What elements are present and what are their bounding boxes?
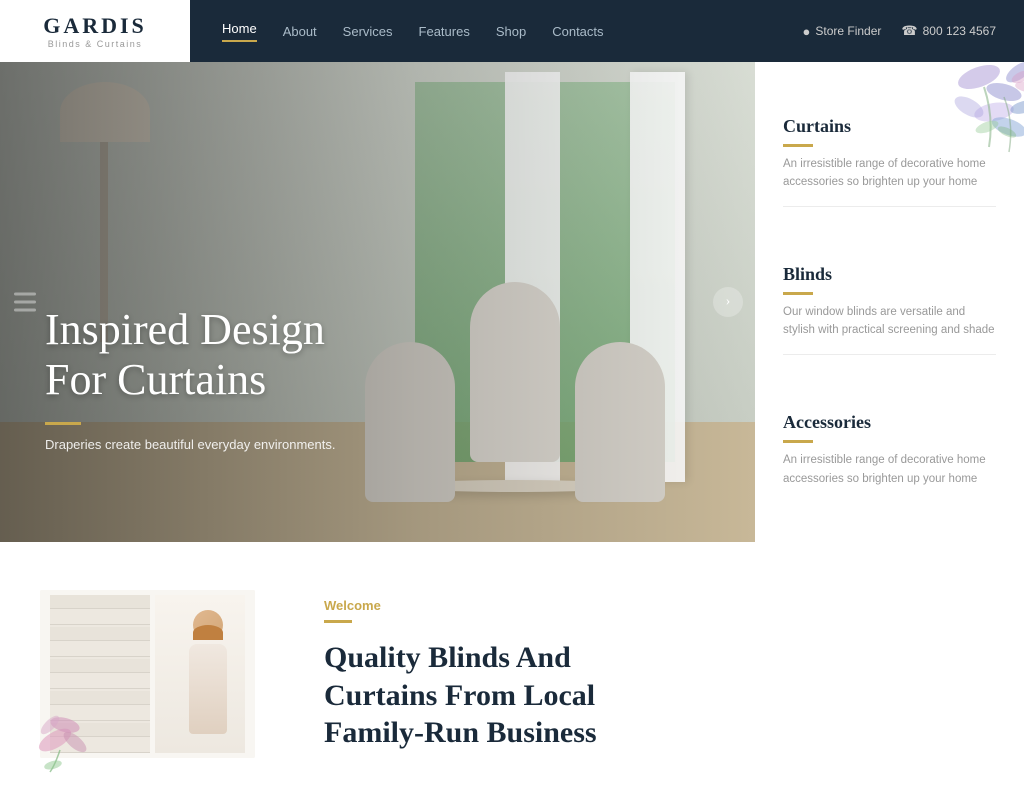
nav-contacts[interactable]: Contacts: [552, 24, 603, 39]
welcome-image-wrap: [40, 590, 280, 765]
curtains-title: Curtains: [783, 116, 996, 137]
nav-right: ● Store Finder ☎ 800 123 4567: [803, 23, 1024, 39]
phone-icon: ☎: [901, 23, 917, 39]
hero-heading: Inspired Design For Curtains: [45, 305, 335, 406]
nav-services[interactable]: Services: [343, 24, 393, 39]
hero-text-block: Inspired Design For Curtains Draperies c…: [45, 305, 335, 452]
logo-tagline: Blinds & Curtains: [48, 39, 143, 49]
accessories-divider: [783, 440, 813, 443]
sidebar-item-accessories[interactable]: Accessories An irresistible range of dec…: [783, 398, 996, 502]
curtains-divider: [783, 144, 813, 147]
welcome-section: Welcome Quality Blinds And Curtains From…: [0, 542, 1024, 795]
location-icon: ●: [803, 24, 811, 39]
store-finder[interactable]: ● Store Finder: [803, 24, 882, 39]
nav-shop[interactable]: Shop: [496, 24, 526, 39]
slider-arrow-right[interactable]: ›: [713, 287, 743, 317]
welcome-divider: [324, 620, 352, 623]
nav-links: Home About Services Features Shop Contac…: [190, 21, 803, 42]
hero-sidebar: Curtains An irresistible range of decora…: [755, 62, 1024, 542]
hero-image: Inspired Design For Curtains Draperies c…: [0, 62, 755, 542]
phone-number[interactable]: ☎ 800 123 4567: [901, 23, 996, 39]
nav-features[interactable]: Features: [419, 24, 470, 39]
blinds-description: Our window blinds are versatile and styl…: [783, 303, 996, 340]
curtains-description: An irresistible range of decorative home…: [783, 155, 996, 192]
sidebar-item-curtains[interactable]: Curtains An irresistible range of decora…: [783, 102, 996, 207]
hero-section: Inspired Design For Curtains Draperies c…: [0, 62, 1024, 542]
hero-overlay: [0, 62, 755, 542]
blinds-divider: [783, 292, 813, 295]
accessories-title: Accessories: [783, 412, 996, 433]
shutter-image: [40, 590, 255, 758]
blinds-title: Blinds: [783, 264, 996, 285]
navbar: GARDIS Blinds & Curtains Home About Serv…: [0, 0, 1024, 62]
hero-accent-line: [45, 422, 81, 425]
welcome-label: Welcome: [324, 598, 984, 613]
logo-brand: GARDIS: [43, 13, 147, 39]
scroll-dots: [14, 293, 36, 312]
hero-subtext: Draperies create beautiful everyday envi…: [45, 437, 335, 452]
welcome-text-block: Welcome Quality Blinds And Curtains From…: [324, 590, 984, 752]
logo-area[interactable]: GARDIS Blinds & Curtains: [0, 0, 190, 62]
accessories-description: An irresistible range of decorative home…: [783, 451, 996, 488]
welcome-heading: Quality Blinds And Curtains From Local F…: [324, 639, 664, 752]
nav-home[interactable]: Home: [222, 21, 257, 42]
nav-about[interactable]: About: [283, 24, 317, 39]
sidebar-item-blinds[interactable]: Blinds Our window blinds are versatile a…: [783, 250, 996, 355]
